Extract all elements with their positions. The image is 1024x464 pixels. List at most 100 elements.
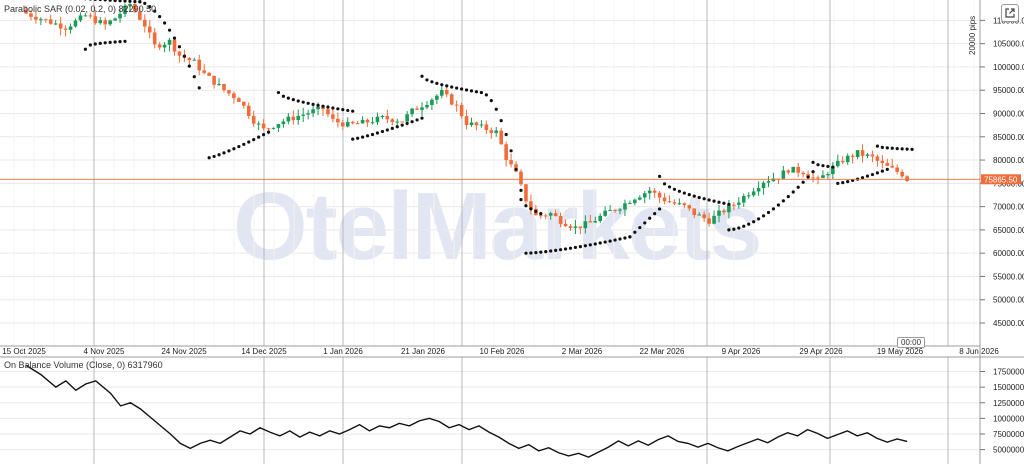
y-tick-label: 90000.00 (993, 109, 1024, 118)
expand-button[interactable] (1001, 4, 1019, 22)
sar-dot (247, 140, 251, 144)
sar-dot (365, 134, 370, 138)
candle-up (311, 109, 315, 114)
sar-dot (707, 198, 711, 202)
sar-dot (831, 165, 835, 169)
sar-dot (93, 42, 97, 46)
candle-down (563, 223, 568, 227)
sar-dot (687, 193, 691, 197)
candle-down (578, 226, 583, 229)
y-tick-label: 65000.00 (993, 226, 1024, 235)
obv-line (25, 364, 908, 458)
candle-up (53, 23, 58, 25)
candle-up (494, 130, 499, 134)
candle-down (707, 218, 711, 224)
candle-down (44, 19, 48, 21)
sar-dot (539, 250, 543, 254)
x-tick-label: 14 Dec 2025 (241, 347, 287, 356)
sar-dot (786, 194, 790, 199)
sar-dot (885, 167, 889, 171)
sar-dot (563, 247, 568, 251)
sar-dot (217, 153, 221, 157)
candle-up (717, 210, 721, 216)
sar-dot (776, 203, 781, 207)
candle-down (504, 144, 508, 161)
candle-down (509, 160, 513, 165)
candle-up (301, 114, 305, 116)
candle-up (746, 195, 751, 197)
sar-dot (222, 151, 226, 155)
candle-up (108, 20, 112, 25)
candle-up (583, 221, 588, 229)
candle-down (722, 210, 726, 213)
watermark-logo: OtelMarkets (233, 173, 763, 280)
sar-dot (880, 169, 884, 173)
sar-dot (89, 0, 92, 1)
sar-dot (321, 104, 325, 108)
candle-down (350, 121, 355, 124)
sar-dot (529, 251, 533, 255)
candle-down (890, 165, 895, 168)
candle-down (48, 19, 53, 24)
sar-dot (677, 189, 682, 193)
sar-dot (435, 81, 439, 85)
x-tick-label: 4 Nov 2025 (84, 347, 125, 356)
obv-indicator-label[interactable]: On Balance Volume (Close, 0) 6317960 (4, 360, 163, 370)
candle-up (316, 106, 320, 110)
candle-up (98, 20, 103, 24)
candle-up (756, 188, 761, 192)
sar-dot (276, 90, 281, 95)
sar-dot (103, 0, 107, 2)
y-tick-label: 10000000 (993, 414, 1024, 423)
candle-down (672, 202, 677, 204)
sar-dot (583, 244, 587, 248)
sar-dot (875, 144, 880, 148)
candle-up (766, 181, 771, 183)
obv-series-line (25, 364, 908, 458)
sar-dot (578, 244, 583, 249)
sar-dot (653, 212, 657, 216)
candle-down (63, 28, 68, 30)
y-tick-label: 70000.00 (993, 203, 1024, 212)
candle-down (400, 121, 404, 123)
candle-down (212, 75, 216, 85)
sar-dot (301, 100, 305, 104)
candle-down (900, 171, 904, 177)
candle-up (286, 116, 291, 122)
candle-up (39, 19, 43, 21)
sar-dot (415, 118, 419, 122)
candle-up (608, 210, 612, 212)
sar-dot (757, 217, 761, 221)
sar-indicator-label[interactable]: Parabolic SAR (0.02, 0.2, 0) 82290.50 (4, 4, 156, 14)
sar-dot (88, 43, 92, 47)
x-tick-label: 2 Mar 2026 (562, 347, 603, 356)
sar-dot (544, 249, 548, 254)
sar-dot (192, 75, 196, 79)
candle-down (474, 122, 479, 126)
candle-up (712, 215, 716, 224)
sar-dot (682, 191, 686, 195)
candle-down (870, 154, 875, 157)
candle-up (410, 108, 414, 115)
sar-dot (875, 171, 880, 175)
candle-down (732, 204, 736, 206)
x-tick-label: 1 Jan 2026 (323, 347, 363, 356)
sar-dot (628, 235, 632, 239)
y-tick-label: 12500000 (993, 399, 1024, 408)
obv-axis[interactable]: 17500000 15000000 12500000 10000000 7500000 5… (980, 368, 1024, 455)
sar-dot (747, 222, 751, 226)
candle-up (865, 154, 870, 156)
candle-up (256, 123, 261, 125)
price-axis[interactable]: 110000.00105000.00100000.0095000.0090000… (980, 16, 1024, 328)
sar-dot (717, 200, 721, 204)
time-axis[interactable]: 15 Oct 2025 4 Nov 2025 24 Nov 2025 14 Dec 2… (2, 347, 999, 356)
candle-down (880, 160, 885, 164)
candle-down (519, 171, 523, 185)
sar-dot (658, 174, 662, 178)
sar-dot (128, 0, 132, 3)
sar-dot (880, 145, 884, 149)
candle-down (246, 105, 251, 117)
current-price-value: 75865.50 (984, 175, 1018, 184)
sar-dot (167, 28, 172, 32)
candle-down (543, 215, 548, 217)
